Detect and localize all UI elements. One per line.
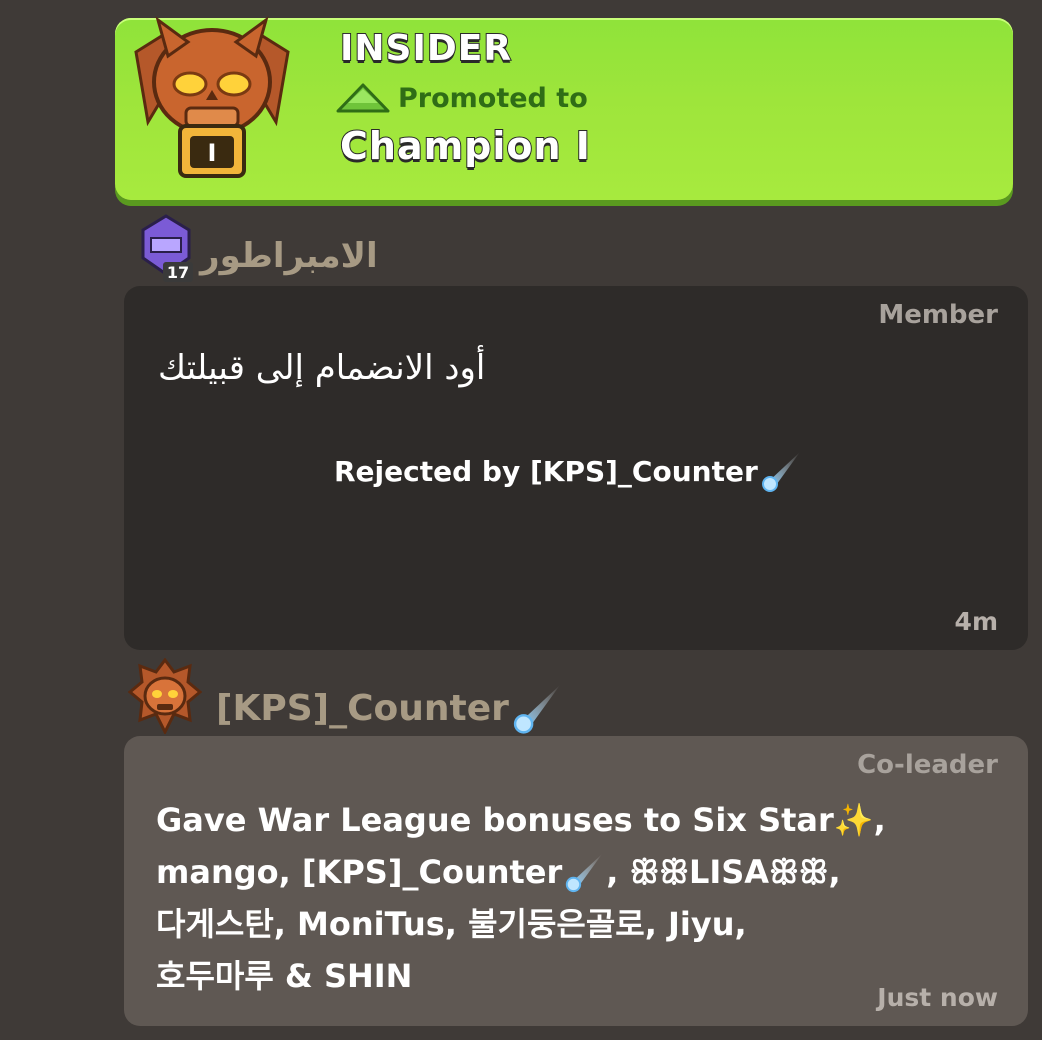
- skull-league-badge-icon: I: [134, 16, 290, 178]
- promotion-row: Promoted to: [334, 80, 588, 116]
- sender-name-2-label[interactable]: [KPS]_Counter: [216, 688, 509, 729]
- up-arrow-icon: [336, 83, 390, 113]
- bonus-line-2: mango, [KPS]_Counter , ꕥꕥLISAꕥꕥ,: [156, 846, 976, 898]
- comet-icon: [761, 452, 800, 492]
- message-time: 4m: [954, 607, 998, 636]
- rejected-label: Rejected by [KPS]_Counter: [334, 454, 758, 488]
- chat-message-2: Co-leader Gave War League bonuses to Six…: [124, 736, 1028, 1026]
- bonus-line-1: Gave War League bonuses to Six Star✨,: [156, 801, 886, 839]
- comet-icon: [566, 853, 603, 893]
- sender-role: Co-leader: [857, 750, 998, 780]
- sender-name-1[interactable]: الامبراطور: [200, 236, 378, 276]
- bonus-line-4: 호두마루 & SHIN: [156, 957, 413, 995]
- bonus-line-2a: mango, [KPS]_Counter: [156, 853, 563, 891]
- purple-helmet-icon: 17: [141, 214, 193, 282]
- bonus-line-2b: , ꕥꕥLISAꕥꕥ,: [606, 853, 841, 891]
- war-league-bonus-text: Gave War League bonuses to Six Star✨, ma…: [156, 794, 976, 1002]
- banner-title: INSIDER: [339, 27, 513, 70]
- badge-number: I: [208, 139, 217, 167]
- league-name: Champion I: [339, 123, 591, 169]
- player-level: 17: [167, 263, 189, 282]
- rejected-status: Rejected by [KPS]_Counter: [334, 448, 804, 494]
- chat-message-1: Member أود الانضمام إلى قبيلتك Rejected …: [124, 286, 1028, 650]
- sender-name-2[interactable]: [KPS]_Counter: [216, 680, 565, 736]
- spiked-league-icon: [128, 658, 202, 734]
- promotion-label: Promoted to: [398, 82, 588, 114]
- bonus-line-3: 다게스탄, MoniTus, 불기둥은골로, Jiyu,: [156, 905, 747, 943]
- message-time: Just now: [877, 983, 998, 1012]
- join-request-text: أود الانضمام إلى قبيلتك: [158, 348, 486, 388]
- sender-role: Member: [878, 300, 998, 330]
- comet-icon: [513, 684, 561, 734]
